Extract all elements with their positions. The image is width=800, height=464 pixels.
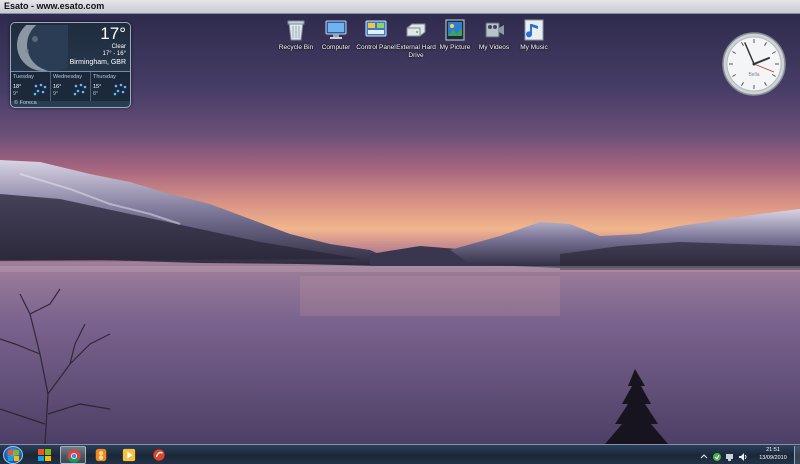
clock-gadget-label: Bella — [748, 72, 759, 78]
forecast-high: 18° — [13, 84, 22, 90]
browser-icon — [95, 448, 107, 462]
forecast-low: 9° — [13, 91, 19, 97]
taskbar-button-chrome[interactable] — [60, 446, 86, 464]
rain-icon — [113, 83, 127, 96]
windows-logo-icon — [8, 450, 19, 461]
control-panel-icon — [364, 18, 388, 42]
music-icon — [522, 18, 546, 42]
forecast-high: 16° — [53, 84, 62, 90]
taskbar-date: 13/09/2010 — [759, 455, 787, 461]
pictures-icon — [443, 18, 467, 42]
media-player-icon — [122, 448, 136, 462]
forecast-strip: Tuesday 18° 9° Wednesday 16° 9° Thursday… — [11, 71, 130, 101]
desktop-icon-label: My Music — [520, 44, 548, 51]
forecast-day-name: Tuesday — [13, 74, 34, 80]
taskbar: 21:51 13/09/2010 — [0, 444, 800, 464]
folder-icon — [38, 449, 51, 461]
forecast-high: 15° — [93, 84, 102, 90]
temperature-range: 17° - 16° — [102, 51, 126, 57]
volume-icon[interactable] — [738, 448, 748, 461]
action-center-icon[interactable] — [712, 448, 722, 461]
computer-icon — [324, 18, 348, 42]
forecast-day: Tuesday 18° 9° — [11, 72, 51, 101]
current-temperature: 17° — [100, 24, 126, 43]
desktop[interactable]: Recycle Bin Computer Control Panel Exter… — [0, 14, 800, 444]
taskbar-time: 21:51 — [766, 447, 780, 453]
app-icon — [153, 449, 165, 461]
forecast-day: Thursday 15° 8° — [91, 72, 130, 101]
taskbar-button-explorer[interactable] — [32, 446, 58, 464]
rain-icon — [73, 83, 87, 96]
rain-icon — [33, 83, 47, 96]
weather-credit: © Foreca — [14, 100, 37, 106]
recycle-bin-icon — [284, 18, 308, 42]
window-title-bar: Esato - www.esato.com — [0, 0, 800, 14]
forecast-low: 8° — [93, 91, 99, 97]
chrome-icon — [67, 449, 81, 463]
desktop-icon-my-music[interactable]: My Music — [507, 18, 561, 52]
moon-icon — [17, 25, 68, 71]
taskbar-button-other[interactable] — [146, 446, 172, 464]
forecast-day-name: Thursday — [93, 74, 116, 80]
forecast-day: Wednesday 16° 9° — [51, 72, 91, 101]
forecast-day-name: Wednesday — [53, 74, 82, 80]
forecast-low: 9° — [53, 91, 59, 97]
videos-icon — [482, 18, 506, 42]
taskbar-clock[interactable]: 21:51 13/09/2010 — [752, 446, 794, 462]
taskbar-button-media-player[interactable] — [116, 446, 142, 464]
hard-drive-icon — [404, 18, 428, 42]
taskbar-button-app[interactable] — [88, 446, 114, 464]
show-hidden-icons-icon[interactable] — [700, 448, 710, 460]
show-desktop-button[interactable] — [794, 446, 800, 464]
weather-condition: Clear — [111, 44, 126, 50]
network-icon[interactable] — [725, 448, 735, 461]
clock-gadget[interactable]: Bella — [722, 32, 786, 96]
weather-location: Birmingham, GBR — [69, 59, 126, 66]
window-title: Esato - www.esato.com — [4, 1, 105, 11]
start-button[interactable] — [3, 446, 23, 464]
weather-gadget[interactable]: 17° Clear 17° - 16° Birmingham, GBR Tues… — [10, 22, 131, 108]
